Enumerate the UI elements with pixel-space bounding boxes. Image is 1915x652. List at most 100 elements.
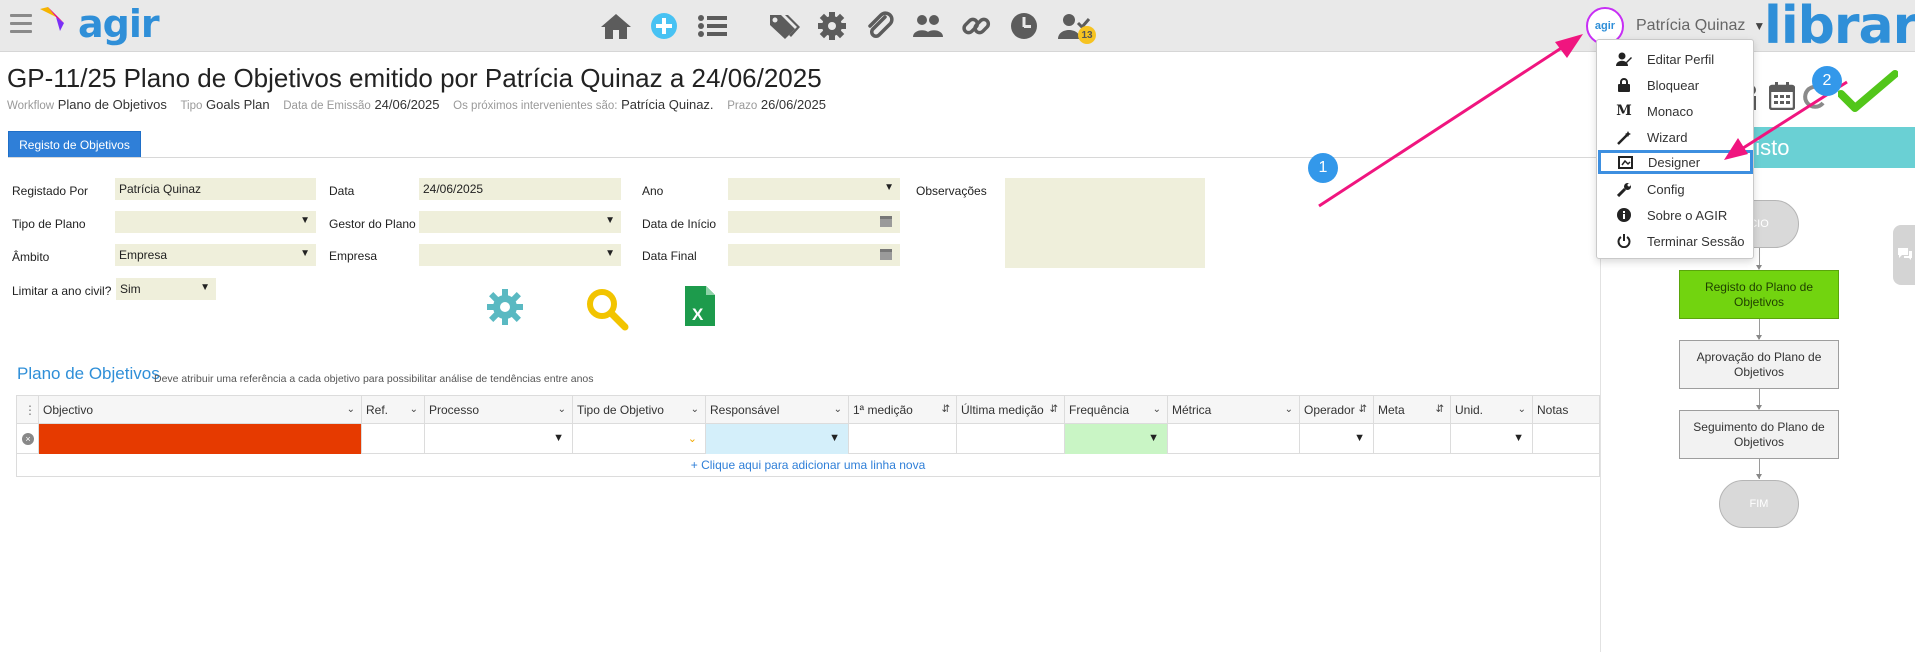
search-icon[interactable] [585,287,629,331]
home-icon[interactable] [598,10,634,42]
tipo-objetivo-cell[interactable]: ⌄ [573,424,706,454]
app-logo-text[interactable]: agir [78,2,160,46]
chevron-down-icon: ▼ [605,215,615,226]
column-header[interactable]: Processo ⌄ [425,396,573,424]
side-chat-tab[interactable] [1893,225,1915,285]
objectives-grid: ⋮ Objectivo ⌄ Ref. ⌄ Processo ⌄ Tipo de Obj… [16,395,1600,477]
tipo-plano-select[interactable]: ▼ [115,211,316,233]
tipo-plano-label: Tipo de Plano [12,217,86,231]
check-icon[interactable] [1838,70,1898,112]
settings-gear-icon[interactable] [485,287,525,327]
menu-item-monaco[interactable]: M Monaco [1597,99,1753,123]
column-header[interactable]: Responsável ⌄ [706,396,849,424]
column-header[interactable]: 1ª medição ⇵ [849,396,957,424]
wrench-icon [1616,181,1632,197]
menu-item-editar-perfil[interactable]: Editar Perfil [1597,47,1753,71]
ultima-medicao-cell[interactable] [957,424,1065,454]
metrica-cell[interactable] [1168,424,1300,454]
unid-cell[interactable]: ▼ [1451,424,1533,454]
delete-row-icon[interactable]: × [22,433,34,445]
notas-cell[interactable] [1533,424,1601,454]
operador-cell[interactable]: ▼ [1300,424,1374,454]
clock-icon[interactable] [1006,10,1042,42]
chevron-down-icon: ⌄ [346,404,355,415]
ambito-select[interactable]: Empresa ▼ [115,244,316,266]
registado-por-label: Registado Por [12,184,89,198]
column-header[interactable]: Notas [1533,396,1601,424]
column-header[interactable]: Objectivo ⌄ [39,396,362,424]
chevron-down-icon: ▼ [884,182,894,193]
menu-item-designer[interactable]: Designer [1598,150,1753,174]
column-header[interactable]: Métrica ⌄ [1168,396,1300,424]
menu-item-terminar-sessao[interactable]: Terminar Sessão [1597,229,1753,253]
column-header[interactable]: Operador ⇵ [1300,396,1374,424]
link-icon[interactable] [958,10,994,42]
data-inicio-field[interactable] [728,211,900,233]
excel-export-icon[interactable]: X [685,286,715,326]
tipo-value: Goals Plan [206,97,270,112]
attachment-icon[interactable] [862,10,898,42]
responsavel-cell[interactable]: ▼ [706,424,849,454]
notification-badge: 13 [1078,26,1096,44]
menu-item-label: Config [1647,181,1685,197]
tags-icon[interactable] [766,10,802,42]
calendar-icon[interactable] [880,249,892,260]
gestor-select[interactable]: ▼ [419,211,621,233]
svg-text:X: X [692,305,704,324]
objectivo-cell[interactable] [39,424,362,454]
column-header[interactable]: Ref. ⌄ [362,396,425,424]
data-field[interactable]: 24/06/2025 [419,178,621,200]
lock-icon [1616,77,1632,93]
column-header[interactable]: Frequência ⌄ [1065,396,1168,424]
tab-registo-objetivos[interactable]: Registo de Objetivos [8,131,141,158]
prazo-label: Prazo [727,100,758,112]
column-header-label: Unid. [1455,403,1484,417]
menu-item-label: Editar Perfil [1647,51,1715,67]
ref-cell[interactable] [362,424,425,454]
chevron-down-icon: ▼ [1148,432,1159,444]
column-header-label: Meta [1378,403,1405,417]
calendar-icon[interactable] [880,216,892,227]
data-inicio-label: Data de Início [642,217,717,231]
delete-row-cell[interactable]: × [17,424,39,454]
column-header[interactable]: Meta ⇵ [1374,396,1451,424]
empresa-select[interactable]: ▼ [419,244,621,266]
workflow-node[interactable]: Registo do Plano de Objetivos [1679,270,1839,319]
primeira-medicao-cell[interactable] [849,424,957,454]
sort-icon: ⇵ [1358,404,1367,415]
limitar-select[interactable]: Sim ▼ [116,278,216,300]
menu-item-label: Wizard [1647,129,1688,145]
list-icon[interactable] [694,10,730,42]
chevron-down-icon: ▼ [553,432,564,444]
workflow-end-label: FIM [1749,498,1769,510]
calendar-icon[interactable] [1769,82,1795,110]
user-check-icon[interactable]: 13 [1056,10,1096,44]
ambito-label: Âmbito [12,250,50,264]
processo-cell[interactable]: ▼ [425,424,573,454]
column-header[interactable]: Última medição ⇵ [957,396,1065,424]
hamburger-menu-icon[interactable] [10,14,32,36]
workflow-end-node[interactable]: FIM [1719,480,1799,528]
menu-item-bloquear[interactable]: Bloquear [1597,73,1753,97]
ano-select[interactable]: ▼ [728,178,900,200]
menu-item-wizard[interactable]: Wizard [1597,125,1753,149]
add-icon[interactable] [646,10,682,42]
wand-icon [1616,129,1632,145]
column-header[interactable]: Unid. ⌄ [1451,396,1533,424]
frequencia-cell[interactable]: ▼ [1065,424,1168,454]
users-icon[interactable] [910,10,946,42]
column-header[interactable]: Tipo de Objetivo ⌄ [573,396,706,424]
menu-item-config[interactable]: Config [1597,177,1753,201]
menu-item-sobre[interactable]: Sobre o AGIR [1597,203,1753,227]
workflow-node[interactable]: Aprovação do Plano de Objetivos [1679,340,1839,389]
gear-icon[interactable] [814,10,850,42]
meta-cell[interactable] [1374,424,1451,454]
observacoes-textarea[interactable] [1005,178,1205,268]
row-menu-icon[interactable]: ⋮ [17,396,39,424]
add-row-link[interactable]: + Clique aqui para adicionar uma linha n… [17,454,1599,476]
workflow-node[interactable]: Seguimento do Plano de Objetivos [1679,410,1839,459]
registado-por-field[interactable]: Patrícia Quinaz [115,178,316,200]
column-header-label: Responsável [710,403,780,417]
data-final-field[interactable] [728,244,900,266]
ambito-value: Empresa [119,248,168,262]
